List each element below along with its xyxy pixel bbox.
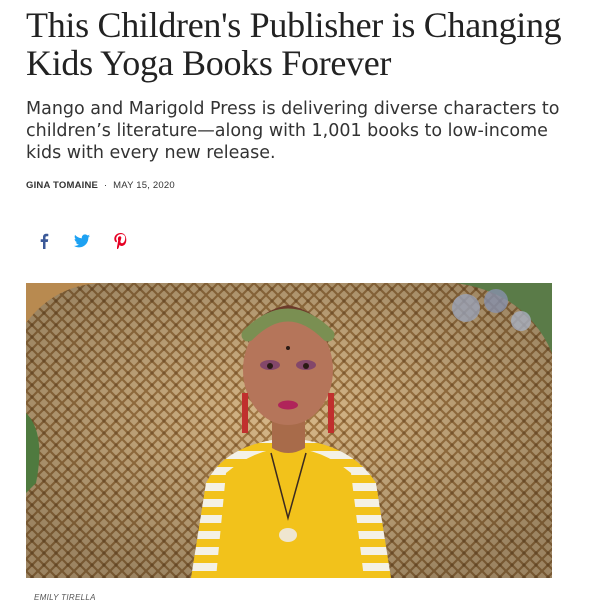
twitter-share-button[interactable] [72, 231, 92, 251]
share-bar [34, 231, 130, 251]
pinterest-icon [113, 233, 126, 249]
article-dek: Mango and Marigold Press is delivering d… [26, 99, 560, 163]
author-name[interactable]: GINA TOMAINE [26, 180, 98, 191]
twitter-icon [74, 234, 90, 248]
facebook-icon [40, 233, 49, 249]
facebook-share-button[interactable] [34, 231, 54, 251]
headline-line-1: This Children's Publisher is Changing [26, 5, 562, 45]
photo-credit: EMILY TIRELLA [34, 593, 96, 602]
byline: GINA TOMAINE · MAY 15, 2020 [26, 180, 175, 191]
headline-line-2: Kids Yoga Books Forever [26, 43, 392, 83]
hero-photo-illustration [26, 283, 552, 578]
publish-date: MAY 15, 2020 [113, 180, 175, 191]
pinterest-share-button[interactable] [110, 231, 130, 251]
byline-separator: · [103, 180, 108, 191]
hero-photo [26, 283, 552, 578]
article-headline: This Children's Publisher is Changing Ki… [26, 6, 586, 82]
